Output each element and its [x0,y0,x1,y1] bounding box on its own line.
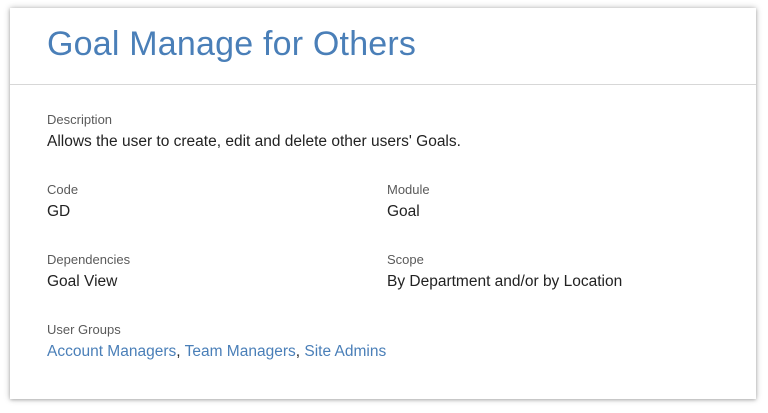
code-field: Code GD [47,182,78,222]
user-groups-links: Account Managers, Team Managers, Site Ad… [47,342,386,362]
description-value: Allows the user to create, edit and dele… [47,133,461,150]
scope-field: Scope By Department and/or by Location [387,252,622,292]
permission-detail-card: Goal Manage for Others Description Allow… [10,8,756,399]
dependencies-value: Goal View [47,273,118,290]
user-groups-field: User Groups Account Managers, Team Manag… [47,322,386,362]
user-group-link-site-admins[interactable]: Site Admins [304,343,386,360]
user-groups-label: User Groups [47,322,121,337]
description-field: Description Allows the user to create, e… [47,112,461,152]
dependencies-label: Dependencies [47,252,131,267]
module-field: Module Goal [387,182,430,222]
title-divider [10,84,756,85]
description-label: Description [47,112,113,127]
dependencies-field: Dependencies Goal View [47,252,130,292]
module-label: Module [387,182,430,197]
user-group-link-account-managers[interactable]: Account Managers [47,343,176,360]
scope-label: Scope [387,252,424,267]
scope-value: By Department and/or by Location [387,273,623,290]
module-value: Goal [387,203,420,220]
link-separator: , [176,343,185,360]
page-title: Goal Manage for Others [47,25,417,63]
code-label: Code [47,182,79,197]
user-group-link-team-managers[interactable]: Team Managers [185,343,296,360]
code-value: GD [47,203,71,220]
